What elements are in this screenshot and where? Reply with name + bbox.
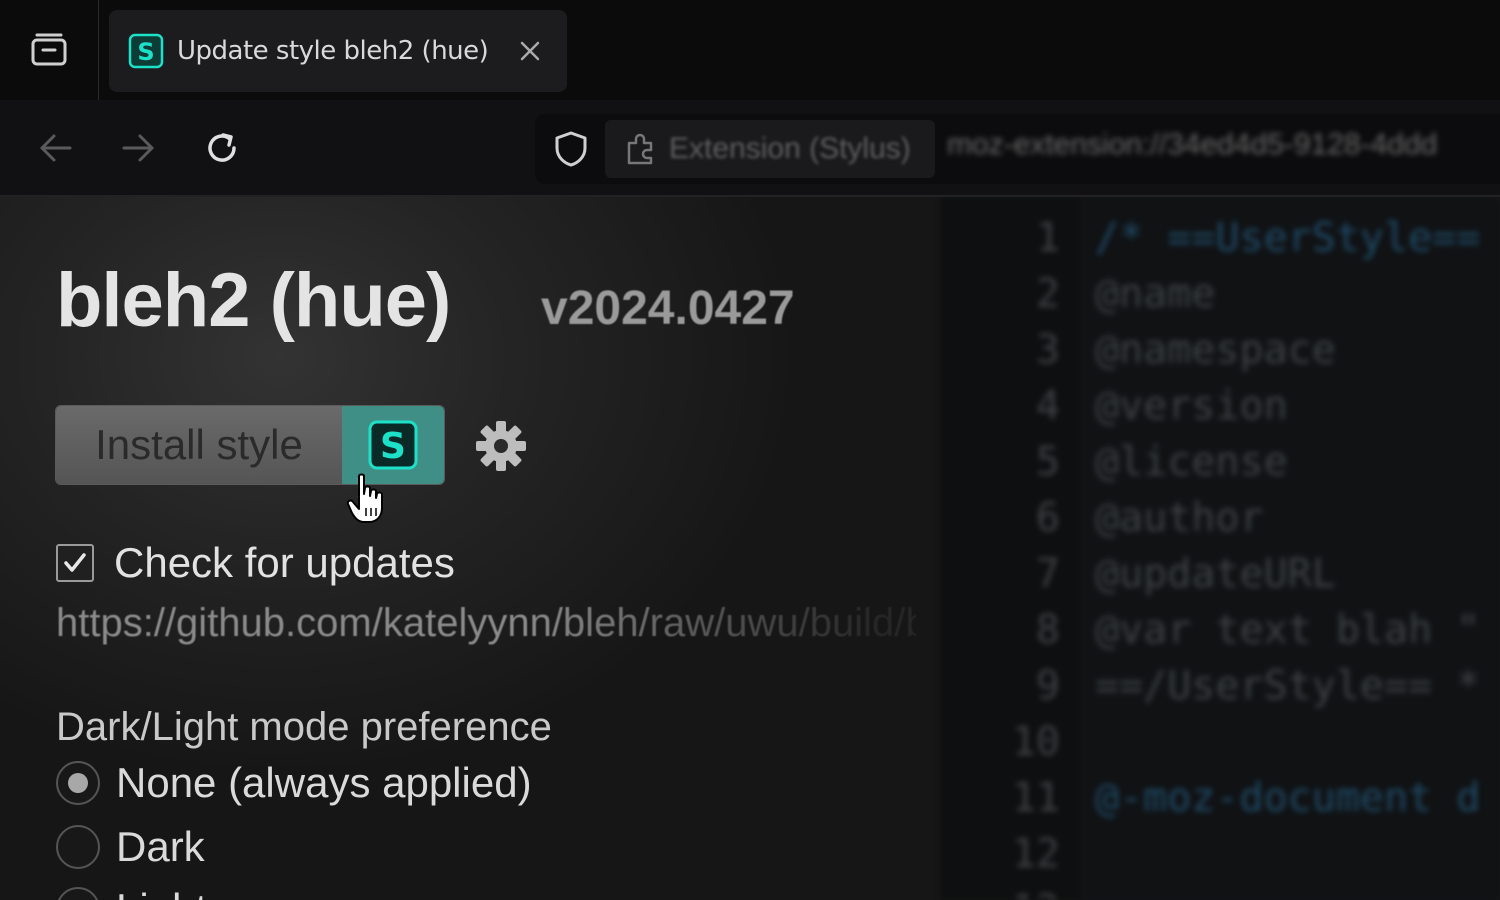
stylus-favicon-icon: S xyxy=(128,33,164,69)
radio-option-none[interactable]: None (always applied) xyxy=(56,759,532,807)
code-text: @-moz-document d xyxy=(1095,775,1481,821)
line-number: 10 xyxy=(1011,719,1060,765)
line-number: 4 xyxy=(1035,383,1060,429)
code-line: 2 @name xyxy=(940,271,1500,327)
shield-icon[interactable] xyxy=(553,130,589,168)
tab-overview-icon xyxy=(31,33,67,66)
forward-button[interactable] xyxy=(118,128,158,168)
radio-label-none: None (always applied) xyxy=(116,759,532,806)
code-line: 1 /* ==UserStyle== xyxy=(940,215,1500,271)
active-tab[interactable]: S Update style bleh2 (hue) xyxy=(109,10,567,92)
hand-pointer-cursor-icon xyxy=(346,473,383,523)
line-number: 3 xyxy=(1035,327,1060,373)
back-button[interactable] xyxy=(36,128,76,168)
code-text: @author xyxy=(1095,495,1264,541)
tab-title: Update style bleh2 (hue) xyxy=(177,36,489,66)
check-for-updates-label: Check for updates xyxy=(114,539,455,586)
code-line: 6 @author xyxy=(940,495,1500,551)
checkmark-icon xyxy=(64,553,86,572)
tab-overview-button[interactable] xyxy=(0,0,99,100)
arrow-left-icon xyxy=(40,134,72,162)
check-for-updates-checkbox[interactable] xyxy=(56,544,94,582)
radio-option-light[interactable]: Light xyxy=(56,885,207,900)
code-line: 8 @var text blah " xyxy=(940,607,1500,663)
radio-label-dark: Dark xyxy=(116,823,205,870)
code-text: ==/UserStyle== * xyxy=(1095,663,1481,709)
code-line: 12 xyxy=(940,831,1500,887)
radio-button-light[interactable] xyxy=(56,887,100,900)
line-number: 12 xyxy=(1011,831,1060,877)
line-number: 6 xyxy=(1035,495,1060,541)
close-icon xyxy=(520,41,540,61)
style-name-heading: bleh2 (hue) xyxy=(56,258,451,343)
gear-icon[interactable] xyxy=(474,419,528,473)
radio-option-dark[interactable]: Dark xyxy=(56,823,205,871)
reload-button[interactable] xyxy=(202,128,242,168)
line-number: 1 xyxy=(1035,215,1060,261)
code-text: @version xyxy=(1095,383,1288,429)
style-version: v2024.0427 xyxy=(541,282,795,335)
url-text: moz-extension://34ed4d5-9128-4ddd xyxy=(947,128,1438,161)
line-number: 11 xyxy=(1011,775,1060,821)
radio-selected-dot xyxy=(68,773,88,793)
tab-close-button[interactable] xyxy=(513,34,547,68)
url-bar[interactable]: Extension (Stylus) moz-extension://34ed4… xyxy=(535,114,1500,184)
code-line: 3 @namespace xyxy=(940,327,1500,383)
install-style-label: Install style xyxy=(56,406,342,484)
code-text: @updateURL xyxy=(1095,551,1336,597)
line-number: 7 xyxy=(1035,551,1060,597)
code-text: @var text blah " xyxy=(1095,607,1481,653)
code-line: 11 @-moz-document d xyxy=(940,775,1500,831)
radio-label-light: Light xyxy=(116,885,207,900)
preference-heading: Dark/Light mode preference xyxy=(56,705,552,749)
code-line: 5 @license xyxy=(940,439,1500,495)
tab-strip: S Update style bleh2 (hue) xyxy=(0,0,1500,100)
puzzle-piece-icon xyxy=(627,133,653,165)
code-text: @namespace xyxy=(1095,327,1336,373)
extension-label: Extension (Stylus) xyxy=(669,132,911,165)
code-editor-preview: 1 /* ==UserStyle== 2 @name 3 @namespace … xyxy=(940,197,1500,900)
code-text: @license xyxy=(1095,439,1288,485)
reload-icon xyxy=(208,133,236,162)
install-page: bleh2 (hue) v2024.0427 Install style S C… xyxy=(0,197,1500,900)
code-line: 9 ==/UserStyle== * xyxy=(940,663,1500,719)
code-line: 7 @updateURL xyxy=(940,551,1500,607)
line-number: 2 xyxy=(1035,271,1060,317)
update-url-link[interactable]: https://github.com/katelyynn/bleh/raw/uw… xyxy=(56,601,916,646)
line-number: 9 xyxy=(1035,663,1060,709)
line-number: 13 xyxy=(980,887,1060,900)
navigation-bar: Extension (Stylus) moz-extension://34ed4… xyxy=(0,100,1500,197)
svg-text:S: S xyxy=(380,426,406,467)
code-line: 10 xyxy=(940,719,1500,775)
svg-text:S: S xyxy=(137,38,154,66)
code-line: 4 @version xyxy=(940,383,1500,439)
line-number: 5 xyxy=(1035,439,1060,485)
radio-button-dark[interactable] xyxy=(56,825,100,869)
radio-button-none[interactable] xyxy=(56,761,100,805)
code-text: /* ==UserStyle== xyxy=(1095,215,1481,261)
code-line: 13 xyxy=(940,887,1500,900)
code-text: @name xyxy=(1095,271,1216,317)
check-for-updates-row[interactable]: Check for updates xyxy=(56,539,455,587)
arrow-right-icon xyxy=(122,134,154,162)
line-number: 8 xyxy=(1035,607,1060,653)
extension-identity-chip[interactable]: Extension (Stylus) xyxy=(605,120,935,178)
stylus-icon: S xyxy=(368,420,418,470)
